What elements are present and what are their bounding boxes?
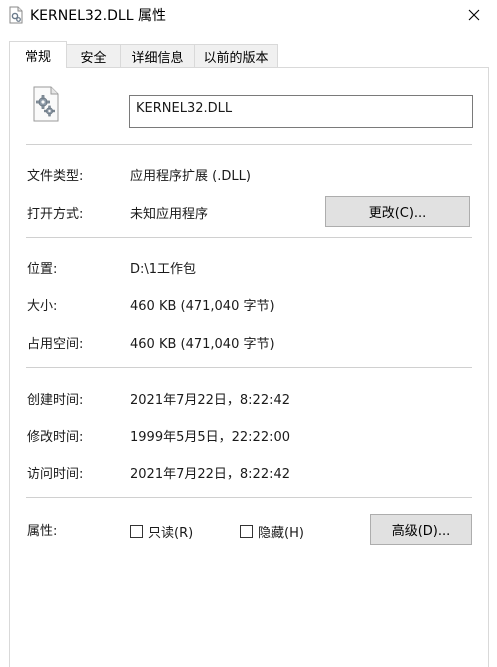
separator [26,497,472,498]
hidden-label: 隐藏(H) [258,526,304,541]
accessed-label: 访问时间: [27,467,84,482]
created-label: 创建时间: [27,393,84,408]
dll-file-icon [9,6,23,24]
tab-details[interactable]: 详细信息 [120,44,195,67]
file-type-label: 文件类型: [27,169,84,184]
separator [26,144,472,145]
gear-file-icon [33,86,59,122]
readonly-checkbox[interactable]: 只读(R) [130,522,193,541]
tab-strip: 常规 安全 详细信息 以前的版本 [9,41,489,68]
attributes-label: 属性: [27,524,58,539]
change-button[interactable]: 更改(C)... [325,196,470,227]
hidden-checkbox[interactable]: 隐藏(H) [240,522,304,541]
tab-previous-versions[interactable]: 以前的版本 [194,44,278,67]
opens-with-value: 未知应用程序 [130,207,209,222]
tab-security[interactable]: 安全 [66,44,121,67]
separator [26,237,472,238]
close-icon [468,9,480,21]
advanced-button[interactable]: 高级(D)... [370,514,472,545]
size-on-disk-label: 占用空间: [27,337,84,352]
tab-general[interactable]: 常规 [9,41,67,68]
size-on-disk-value: 460 KB (471,040 字节) [130,337,275,352]
title-bar: KERNEL32.DLL 属性 [0,0,497,30]
readonly-checkbox-box[interactable] [130,525,143,538]
modified-label: 修改时间: [27,430,84,445]
readonly-label: 只读(R) [148,526,194,541]
file-type-value: 应用程序扩展 (.DLL) [130,169,251,184]
modified-value: 1999年5月5日，22:22:00 [130,430,291,445]
file-name-field[interactable]: KERNEL32.DLL [129,95,473,128]
size-label: 大小: [27,299,58,314]
created-value: 2021年7月22日，8:22:42 [130,393,291,408]
location-label: 位置: [27,262,58,277]
location-value: D:\1工作包 [130,262,197,277]
opens-with-label: 打开方式: [27,207,84,222]
accessed-value: 2021年7月22日，8:22:42 [130,467,291,482]
close-button[interactable] [451,0,497,30]
size-value: 460 KB (471,040 字节) [130,299,275,314]
separator [26,367,472,368]
hidden-checkbox-box[interactable] [240,525,253,538]
window-title: KERNEL32.DLL 属性 [30,8,166,24]
